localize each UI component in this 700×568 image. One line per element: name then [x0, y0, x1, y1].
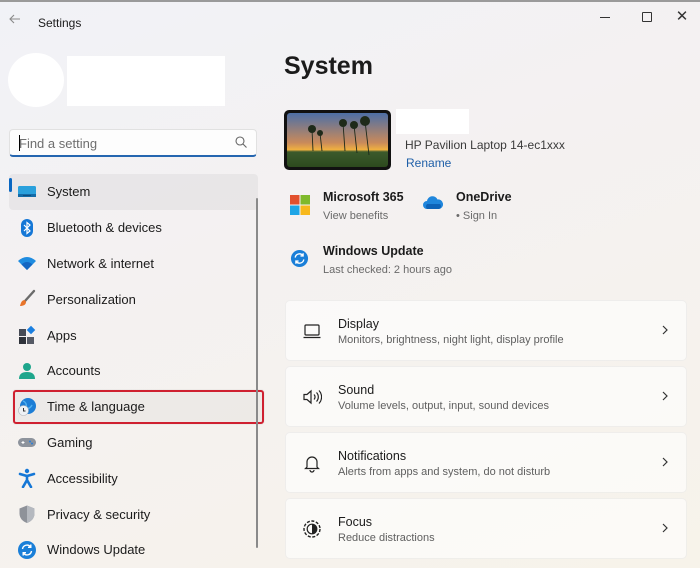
focus-icon	[303, 520, 321, 538]
onedrive-title: OneDrive	[456, 190, 512, 204]
sidebar-item-system[interactable]: System	[9, 174, 258, 210]
sidebar-item-bluetooth[interactable]: Bluetooth & devices	[9, 210, 258, 246]
windows-update-title: Windows Update	[323, 244, 424, 258]
paintbrush-icon	[20, 290, 36, 307]
bluetooth-icon	[21, 218, 33, 237]
chevron-right-icon	[662, 457, 668, 467]
card-display[interactable]: Display Monitors, brightness, night ligh…	[285, 300, 687, 361]
title-bar: Settings ✕	[0, 2, 700, 40]
chevron-right-icon	[662, 523, 668, 533]
card-title: Focus	[338, 515, 373, 529]
windows-update-sync-icon	[290, 249, 309, 268]
sidebar-item-label: Windows Update	[47, 542, 146, 558]
profile-name-redacted	[67, 56, 225, 106]
shield-icon	[19, 505, 35, 524]
gamepad-icon	[18, 438, 36, 448]
card-subtitle: Volume levels, output, input, sound devi…	[338, 400, 549, 412]
device-model: HP Pavilion Laptop 14-ec1xxx	[405, 138, 565, 152]
back-arrow-icon	[9, 14, 20, 24]
sidebar-item-label: Bluetooth & devices	[47, 220, 162, 236]
microsoft365-title: Microsoft 365	[323, 190, 404, 204]
person-icon	[19, 362, 35, 379]
card-subtitle: Monitors, brightness, night light, displ…	[338, 334, 564, 346]
microsoft-logo-icon	[290, 195, 310, 215]
device-name-redacted	[396, 109, 469, 134]
accessibility-icon	[18, 469, 36, 489]
display-icon	[303, 324, 321, 339]
maximize-button[interactable]	[632, 8, 662, 26]
search-input[interactable]	[19, 134, 229, 152]
sidebar-item-label: Time & language	[47, 399, 145, 415]
onedrive-cloud-icon	[423, 196, 443, 209]
windows-update-subtitle: Last checked: 2 hours ago	[323, 264, 453, 276]
card-notifications[interactable]: Notifications Alerts from apps and syste…	[285, 432, 687, 493]
sidebar-item-label: Gaming	[47, 434, 93, 450]
back-button[interactable]	[6, 12, 24, 30]
sidebar-item-privacy[interactable]: Privacy & security	[9, 496, 258, 532]
wifi-icon	[18, 257, 36, 271]
card-sound[interactable]: Sound Volume levels, output, input, soun…	[285, 366, 687, 427]
minimize-button[interactable]	[591, 8, 621, 26]
sidebar-item-label: Apps	[47, 327, 77, 343]
card-title: Sound	[338, 383, 375, 397]
speaker-icon	[303, 389, 322, 405]
sidebar-item-accessibility[interactable]: Accessibility	[9, 460, 258, 496]
rename-link[interactable]: Rename	[406, 156, 451, 170]
sidebar-item-accounts[interactable]: Accounts	[9, 353, 258, 389]
search-box[interactable]	[9, 129, 257, 157]
wallpaper-image	[287, 113, 388, 167]
chevron-right-icon	[662, 391, 668, 401]
selection-indicator	[9, 178, 12, 192]
device-wallpaper-thumbnail	[284, 110, 391, 170]
sidebar-item-label: Accessibility	[47, 470, 118, 486]
avatar[interactable]	[8, 53, 64, 107]
sidebar-item-apps[interactable]: Apps	[9, 317, 258, 353]
sidebar-item-label: System	[47, 184, 91, 200]
sync-icon	[18, 540, 36, 559]
page-title: System	[284, 52, 373, 80]
sidebar-item-network[interactable]: Network & internet	[9, 246, 258, 282]
text-caret	[19, 135, 20, 151]
sidebar-item-label: Personalization	[47, 291, 136, 307]
sidebar-item-personalization[interactable]: Personalization	[9, 281, 258, 317]
microsoft365-subtitle: View benefits	[323, 210, 389, 222]
sidebar-item-label: Privacy & security	[47, 506, 151, 522]
close-button[interactable]: ✕	[667, 8, 697, 26]
sidebar-item-gaming[interactable]: Gaming	[9, 425, 258, 461]
sidebar-scrollbar[interactable]	[256, 198, 258, 548]
card-focus[interactable]: Focus Reduce distractions	[285, 498, 687, 559]
sidebar-item-label: Accounts	[47, 363, 101, 379]
sidebar-item-label: Network & internet	[47, 255, 154, 271]
search-icon[interactable]	[234, 135, 248, 149]
sidebar-nav: System Bluetooth & devices Network & int…	[9, 174, 264, 568]
bell-icon	[304, 456, 320, 473]
sidebar-item-windows-update[interactable]: Windows Update	[9, 532, 258, 568]
onedrive-subtitle: • Sign In	[456, 210, 498, 222]
card-title: Notifications	[338, 449, 407, 463]
sidebar-item-time-language[interactable]: Time & language	[12, 389, 265, 425]
app-title: Settings	[38, 16, 82, 30]
chevron-right-icon	[662, 325, 668, 335]
card-subtitle: Reduce distractions	[338, 532, 435, 544]
card-title: Display	[338, 317, 379, 331]
apps-icon	[19, 325, 36, 345]
globe-clock-icon	[18, 397, 36, 416]
card-subtitle: Alerts from apps and system, do not dist…	[338, 466, 551, 478]
system-display-icon	[18, 185, 36, 197]
